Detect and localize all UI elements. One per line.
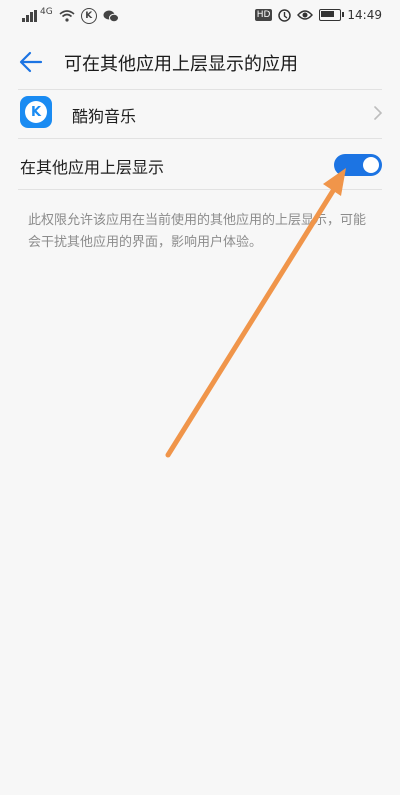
app-info-row[interactable]: K 酷狗音乐 [0,90,400,138]
toggle-knob [363,157,379,173]
overlay-permission-toggle[interactable] [334,154,382,176]
status-bar: 4G K HD 14:49 [0,0,400,34]
status-time: 14:49 [347,8,382,22]
back-arrow-icon[interactable] [17,48,45,76]
page-title: 可在其他应用上层显示的应用 [64,54,298,75]
wechat-icon [103,10,119,23]
overlay-permission-label: 在其他应用上层显示 [20,158,165,177]
signal-icon [22,10,38,22]
kugou-notification-icon: K [80,8,97,24]
hd-icon: HD [254,9,273,21]
app-icon-letter: K [25,101,47,123]
permission-description: 此权限允许该应用在当前使用的其他应用的上层显示，可能会干扰其他应用的界面，影响用… [28,213,367,250]
toolbar: 可在其他应用上层显示的应用 [0,34,400,90]
wifi-icon [59,10,75,22]
network-type: 4G [40,7,53,17]
chevron-right-icon [372,104,384,122]
data-saver-icon [278,8,292,22]
app-name: 酷狗音乐 [72,107,137,126]
overlay-permission-row[interactable]: 在其他应用上层显示 [0,139,400,189]
eye-comfort-icon [297,9,314,21]
kugou-app-icon: K [20,96,52,128]
battery-icon [319,9,345,21]
row-divider-bottom [18,189,382,190]
